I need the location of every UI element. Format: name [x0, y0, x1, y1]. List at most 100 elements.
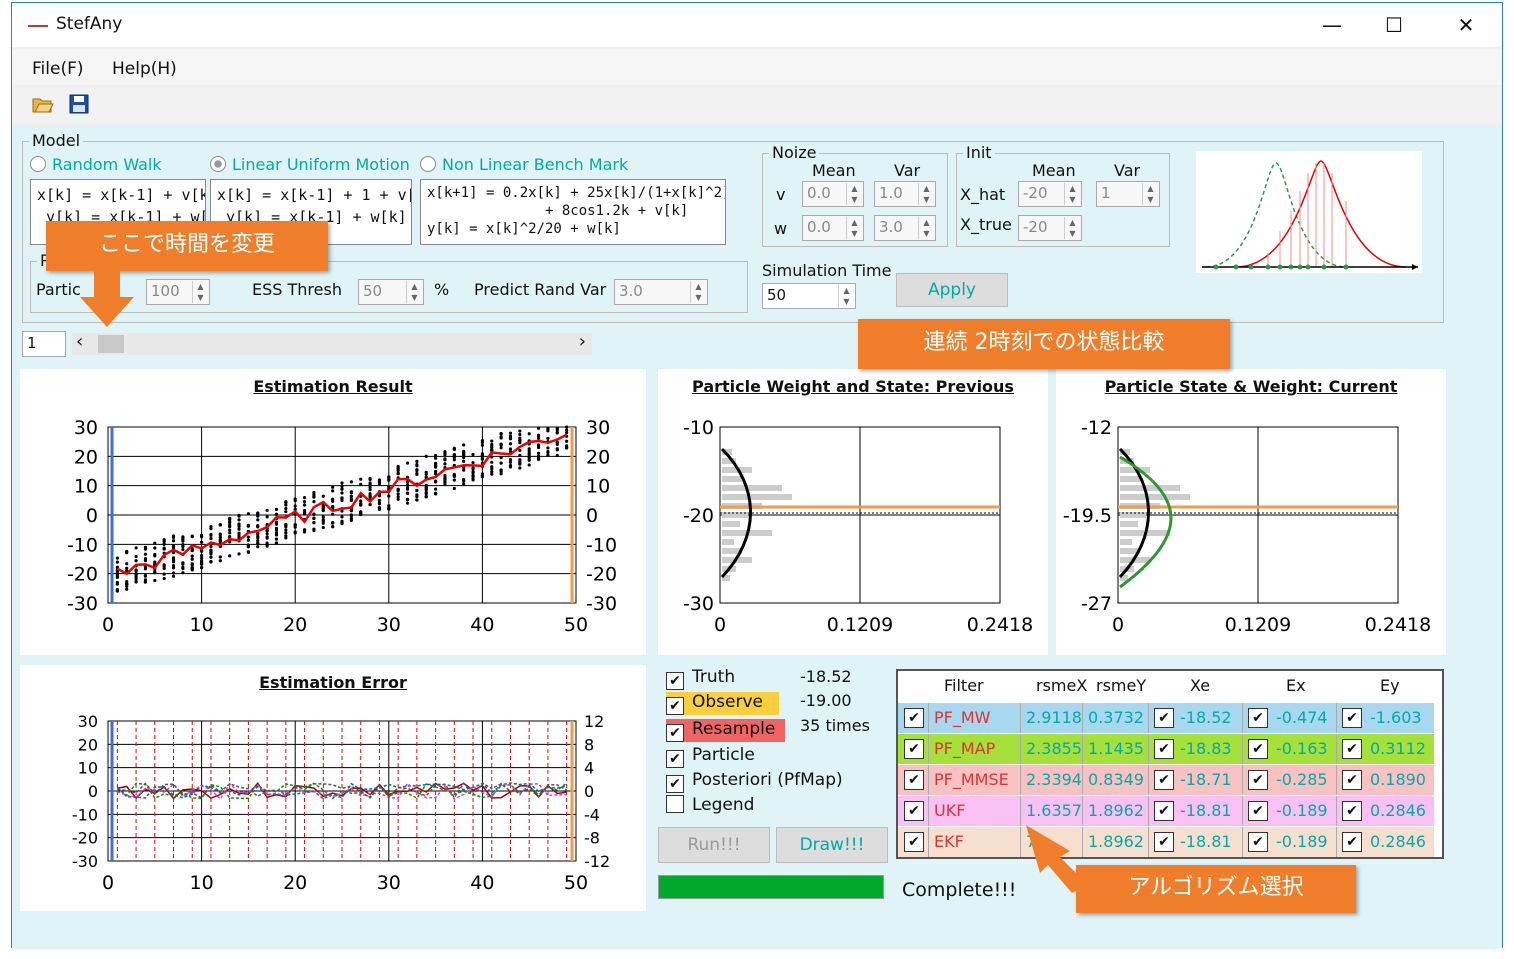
spin-arrows[interactable]: ▲ ▼: [918, 183, 934, 205]
check-icon[interactable]: ✔: [1342, 708, 1362, 728]
close-button[interactable]: ✕: [1436, 7, 1496, 43]
noize-v-mean[interactable]: 0.0 ▲ ▼: [802, 181, 864, 207]
truth-checkbox[interactable]: ✔ Truth: [666, 667, 735, 690]
particle-count-spin[interactable]: 100 ▲ ▼: [146, 279, 210, 305]
noize-w-var[interactable]: 3.0 ▲ ▼: [874, 215, 936, 241]
init-xhat-var[interactable]: 1 ▲ ▼: [1096, 181, 1160, 207]
check-icon[interactable]: ✔: [1248, 708, 1268, 728]
spin-arrows[interactable]: ▲ ▼: [1064, 183, 1080, 205]
spin-arrows[interactable]: ▲ ▼: [846, 183, 862, 205]
check-icon[interactable]: ✔: [1154, 770, 1174, 790]
check-icon[interactable]: ✔: [1248, 832, 1268, 852]
callout-compare: 連続 2時刻での状態比較: [858, 319, 1230, 369]
check-icon[interactable]: ✔: [1342, 770, 1362, 790]
check-icon[interactable]: ✔: [904, 739, 924, 759]
check-icon[interactable]: ✔: [1248, 739, 1268, 759]
header-rsmey[interactable]: rsmeY: [1096, 671, 1146, 701]
header-filter[interactable]: Filter: [944, 671, 984, 701]
time-scrollbar[interactable]: ‹ ›: [72, 331, 592, 355]
y-tick-label: -30: [683, 593, 714, 615]
resample-checkbox[interactable]: ✔ Resample: [666, 719, 786, 742]
radio-random-walk[interactable]: Random Walk: [30, 155, 162, 174]
radio-nonlinear[interactable]: Non Linear Bench Mark: [420, 155, 628, 174]
folder-open-icon[interactable]: [32, 93, 54, 115]
draw-button[interactable]: Draw!!!: [776, 827, 888, 863]
previous-state-chart: Particle Weight and State: Previous -10-…: [658, 369, 1048, 655]
spin-arrows[interactable]: ▲ ▼: [846, 217, 862, 239]
particle-checkbox[interactable]: ✔ Particle: [666, 745, 755, 768]
spin-arrows[interactable]: ▲ ▼: [1064, 217, 1080, 239]
particle-point: [115, 571, 119, 576]
check-icon[interactable]: ✔: [904, 770, 924, 790]
check-icon[interactable]: ✔: [1154, 801, 1174, 821]
estimation-result-plot: 30 3020 2010 100 0-10 -10-20 -20-30 -300 10 20 30 4…: [67, 417, 617, 636]
grid-row[interactable]: ✔ PF_MAP 2.3855 1.1435 ✔ -18.83 ✔ -0.163 ✔ 0.3112: [898, 734, 1434, 764]
rand-var-spin[interactable]: 3.0 ▲ ▼: [614, 279, 708, 305]
check-icon[interactable]: ✔: [1154, 708, 1174, 728]
header-ey[interactable]: Ey: [1380, 671, 1400, 701]
y-tick-label: 20: [74, 446, 98, 468]
check-icon[interactable]: ✔: [1154, 832, 1174, 852]
header-xe[interactable]: Xe: [1190, 671, 1210, 701]
ess-spin[interactable]: 50 ▲ ▼: [358, 279, 424, 305]
legend-checkbox[interactable]: Legend: [666, 795, 754, 815]
posteriori-checkbox[interactable]: ✔ Posteriori (PfMap): [666, 770, 843, 793]
formula-nonlinear[interactable]: x[k+1] = 0.2x[k] + 25x[k]/(1+x[k]^2) + 8…: [420, 179, 726, 245]
floppy-save-icon[interactable]: [68, 93, 90, 115]
particle-point: [115, 556, 119, 560]
grid-divider: [928, 765, 929, 795]
spin-arrows[interactable]: ▲ ▼: [1142, 183, 1158, 205]
current-state-plot: -12 -19.5 -270 0.1209 0.2418: [1063, 417, 1431, 636]
radio-linear-uniform[interactable]: Linear Uniform Motion: [210, 155, 410, 174]
check-icon[interactable]: ✔: [904, 832, 924, 852]
x-tick-label: 0.1209: [827, 614, 893, 636]
maximize-button[interactable]: ☐: [1364, 7, 1424, 43]
init-xhat-mean[interactable]: -20 ▲ ▼: [1018, 181, 1082, 207]
check-icon[interactable]: ✔: [1342, 832, 1362, 852]
minimize-button[interactable]: —: [1302, 7, 1362, 43]
particle-point: [331, 524, 335, 529]
check-icon[interactable]: ✔: [1154, 739, 1174, 759]
menu-help[interactable]: Help(H): [112, 59, 177, 79]
check-icon[interactable]: ✔: [904, 708, 924, 728]
value: 1.0: [879, 184, 903, 202]
grid-row[interactable]: ✔ UKF 1.6357 1.8962 ✔ -18.81 ✔ -0.189 ✔ 0.2846: [898, 796, 1434, 826]
run-button[interactable]: Run!!!: [658, 827, 770, 863]
noize-v-var[interactable]: 1.0 ▲ ▼: [874, 181, 936, 207]
grid-row[interactable]: ✔EKF71.8962✔-18.81✔-0.189✔0.2846: [898, 827, 1434, 857]
init-group-label: Init: [963, 143, 995, 162]
menu-file[interactable]: File(F): [32, 59, 84, 79]
check-icon[interactable]: ✔: [1248, 770, 1268, 790]
grid-row[interactable]: ✔ PF_MMSE 2.3394 0.8349 ✔ -18.71 ✔ -0.285 ✔ 0.189…: [898, 765, 1434, 795]
particle-point: [546, 453, 550, 457]
spin-arrows[interactable]: ▲ ▼: [690, 281, 706, 303]
particle-point: [190, 534, 194, 538]
toolbar: [12, 87, 1502, 123]
spin-arrows[interactable]: ▲ ▼: [192, 281, 208, 303]
spin-arrows[interactable]: ▲ ▼: [918, 217, 934, 239]
particle-point: [434, 461, 438, 465]
init-xtrue-mean[interactable]: -20 ▲ ▼: [1018, 215, 1082, 241]
apply-button[interactable]: Apply: [896, 273, 1008, 307]
observe-checkbox[interactable]: ✔ Observe: [666, 692, 779, 715]
y2-tick-label: -30: [586, 593, 617, 615]
time-step-input[interactable]: 1: [22, 331, 66, 357]
particle-point: [284, 528, 288, 532]
check-icon[interactable]: ✔: [904, 801, 924, 821]
grid-row[interactable]: ✔ PF_MW 2.9118 0.3732 ✔ -18.52 ✔ -0.474 ✔ -1.603: [898, 703, 1434, 733]
noize-w-mean[interactable]: 0.0 ▲ ▼: [802, 215, 864, 241]
header-rsmex[interactable]: rsmeX: [1036, 671, 1087, 701]
scroll-left-arrow[interactable]: ‹: [76, 331, 83, 352]
check-icon[interactable]: ✔: [1342, 739, 1362, 759]
scroll-right-arrow[interactable]: ›: [579, 331, 586, 352]
particle-point: [415, 471, 419, 476]
scroll-thumb[interactable]: [98, 335, 124, 353]
header-ex[interactable]: Ex: [1286, 671, 1306, 701]
sim-time-spin[interactable]: 50 ▲ ▼: [762, 283, 856, 309]
particle-point: [143, 552, 148, 556]
y2-tick-label: 0: [584, 782, 594, 801]
spin-arrows[interactable]: ▲ ▼: [838, 285, 854, 307]
check-icon[interactable]: ✔: [1248, 801, 1268, 821]
spin-arrows[interactable]: ▲ ▼: [406, 281, 422, 303]
check-icon[interactable]: ✔: [1342, 801, 1362, 821]
